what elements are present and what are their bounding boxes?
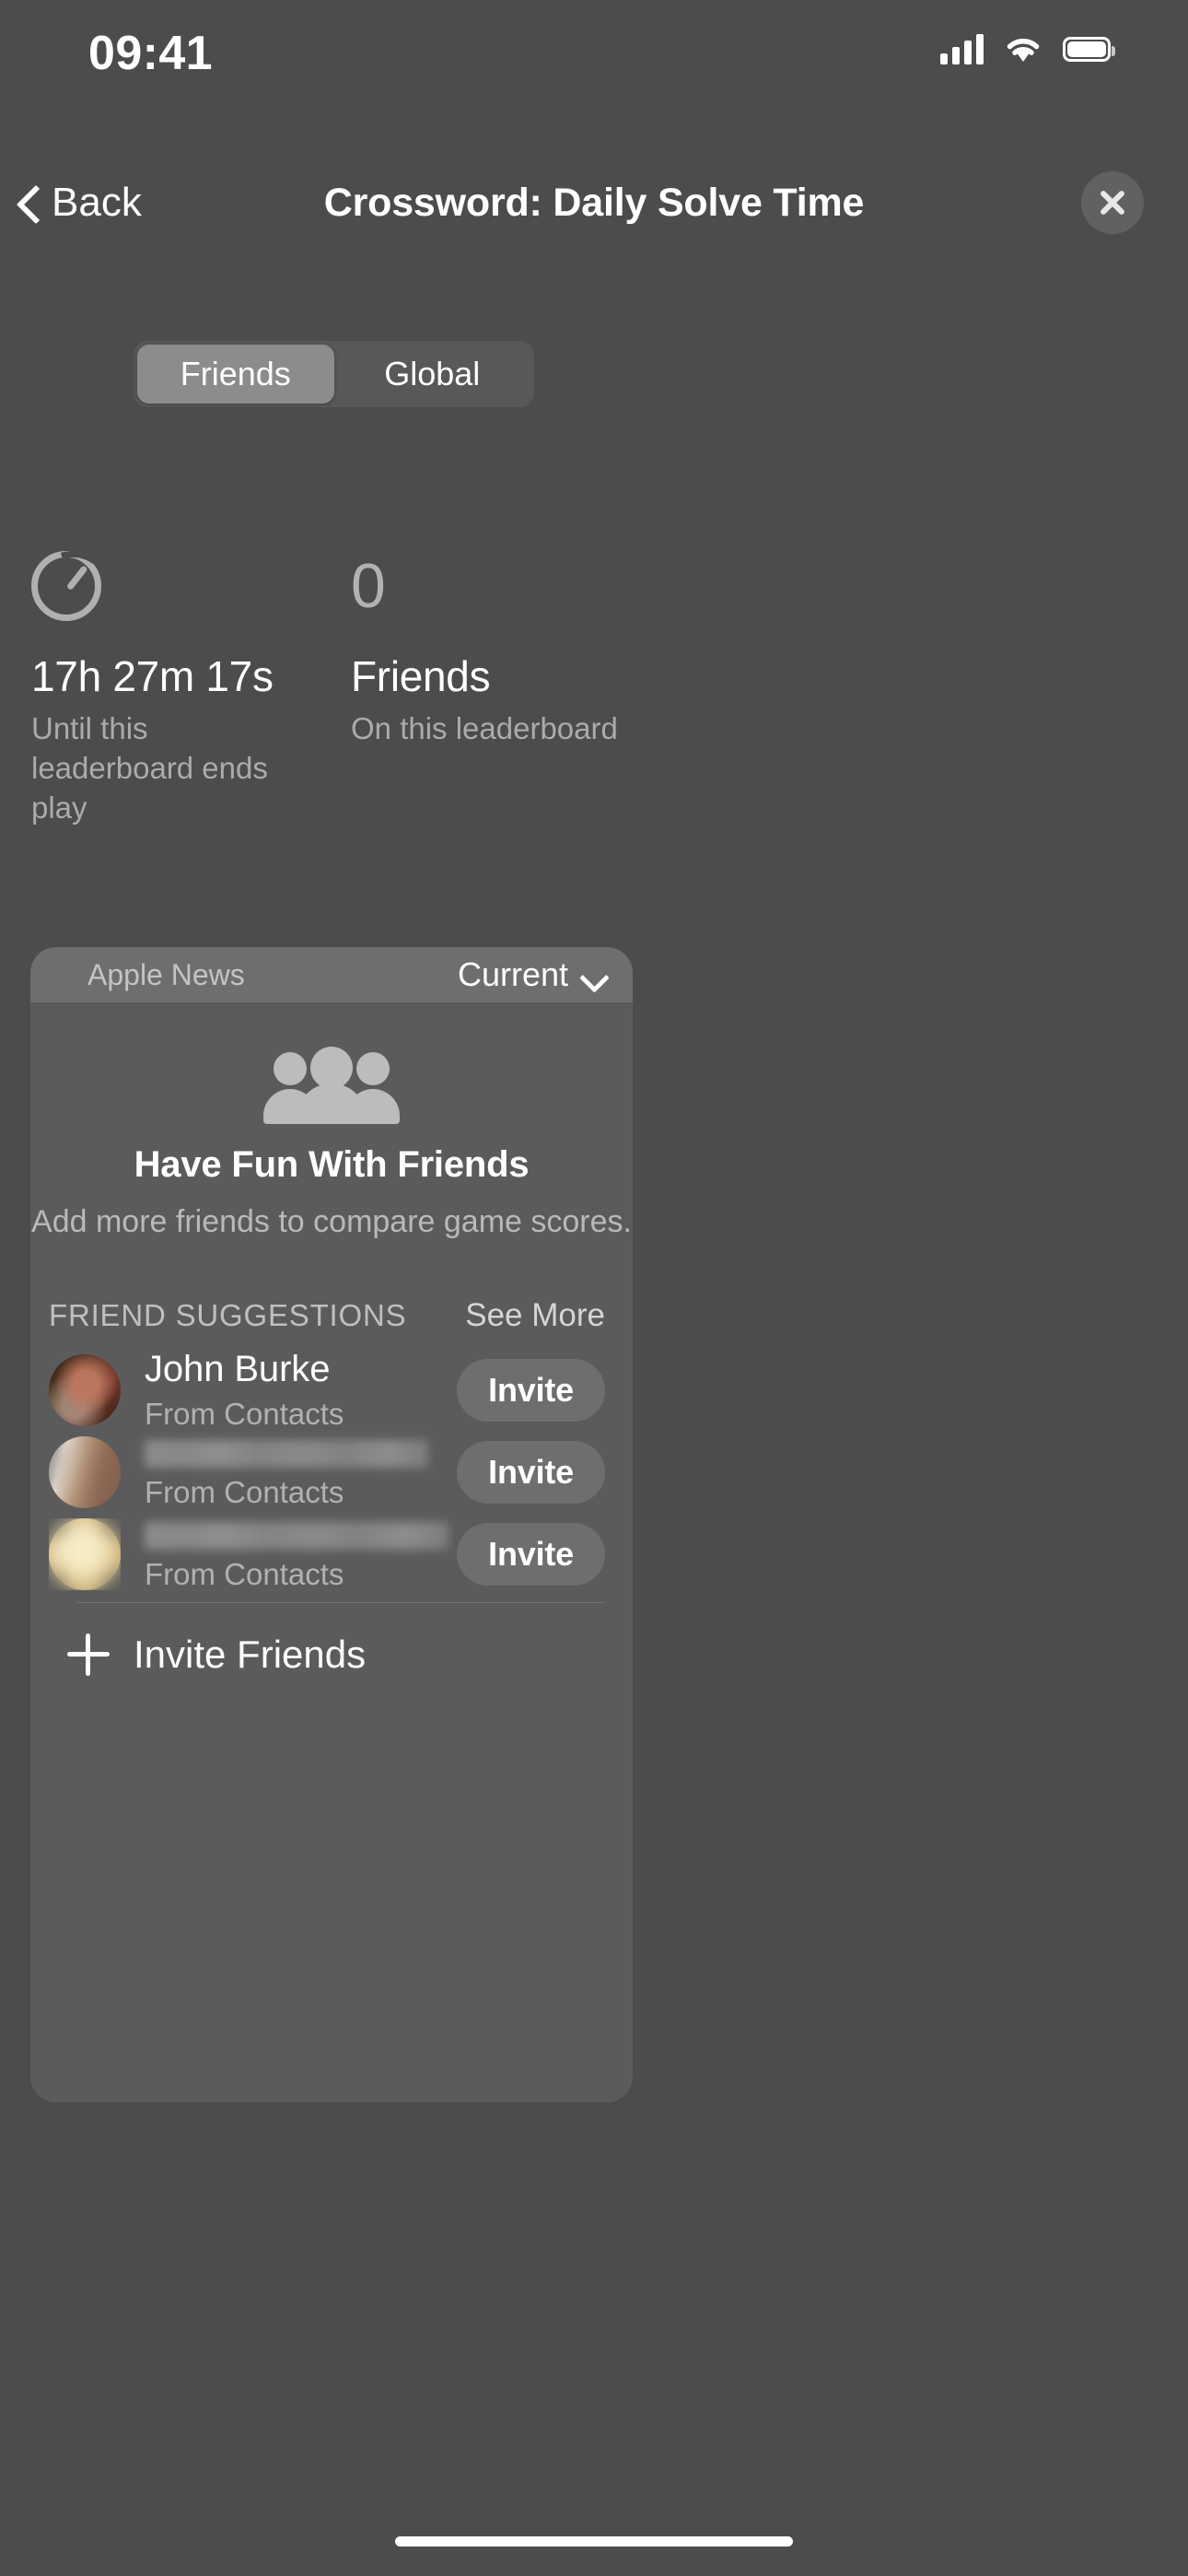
list-item[interactable]: John Burke From Contacts Invite (30, 1349, 633, 1431)
friend-suggestions-title: FRIEND SUGGESTIONS (49, 1298, 407, 1332)
friend-name: John Burke (145, 1348, 331, 1389)
page-title: Crossword: Daily Solve Time (323, 180, 865, 225)
scope-segmented-control[interactable]: Friends Global (134, 341, 534, 407)
period-filter-button[interactable]: Current (458, 955, 605, 994)
chevron-down-icon (581, 967, 605, 982)
timer-icon (31, 551, 101, 621)
list-item-text: From Contacts (145, 1434, 457, 1510)
avatar (49, 1435, 121, 1508)
stat-time-value: 17h 27m 17s (31, 652, 274, 700)
avatar (49, 1353, 121, 1426)
invite-friends-label: Invite Friends (134, 1633, 367, 1676)
friend-source: From Contacts (145, 1556, 344, 1591)
stat-time-caption: Until this leaderboard ends play (31, 711, 268, 825)
close-button[interactable] (1081, 171, 1144, 234)
stat-time-remaining: 17h 27m 17s Until this leaderboard ends … (31, 542, 344, 828)
battery-icon (1063, 36, 1115, 62)
stat-icon-wrap (31, 542, 344, 630)
friend-name (145, 1439, 428, 1468)
friend-name (145, 1521, 448, 1550)
wifi-icon (1004, 34, 1042, 64)
leaderboard-panel: Have Fun With Friends Add more friends t… (30, 1002, 633, 2102)
friend-source: From Contacts (145, 1396, 344, 1431)
home-indicator[interactable] (395, 2536, 793, 2547)
friend-source: From Contacts (145, 1474, 344, 1509)
stats-row: 17h 27m 17s Until this leaderboard ends … (0, 542, 1188, 846)
status-bar-icons (940, 28, 1115, 70)
invite-friends-button[interactable]: Invite Friends (30, 1603, 633, 1706)
navigation-bar: Back Crossword: Daily Solve Time (0, 158, 1188, 247)
see-more-button[interactable]: See More (465, 1297, 605, 1334)
card-header: Apple News Current (30, 947, 633, 1002)
stat-friends-caption: On this leaderboard (351, 711, 618, 746)
list-item[interactable]: From Contacts Invite (30, 1513, 633, 1595)
leaderboard-screen: 09:41 Back Crossword: Daily Solve Time F… (0, 0, 1188, 2576)
people-group-icon (262, 1047, 401, 1124)
friend-suggestions-header: FRIEND SUGGESTIONS See More (30, 1297, 633, 1334)
list-item-text: From Contacts (145, 1516, 457, 1592)
friends-count-number: 0 (351, 551, 386, 621)
friend-suggestions-list: John Burke From Contacts Invite From Con… (30, 1349, 633, 1706)
stat-friends-label: Friends (351, 652, 491, 700)
plus-icon (67, 1633, 110, 1676)
empty-state-hero: Have Fun With Friends Add more friends t… (30, 1002, 633, 1240)
avatar (49, 1517, 121, 1590)
invite-button[interactable]: Invite (457, 1522, 605, 1586)
period-filter-label: Current (457, 955, 568, 993)
status-bar: 09:41 (0, 0, 1188, 138)
hero-title: Have Fun With Friends (134, 1144, 530, 1185)
stat-count-wrap: 0 (351, 542, 738, 630)
close-icon (1097, 187, 1128, 218)
invite-button[interactable]: Invite (457, 1440, 605, 1504)
list-item-text: John Burke From Contacts (145, 1349, 457, 1432)
invite-button[interactable]: Invite (457, 1358, 605, 1422)
stat-friends-count: 0 Friends On this leaderboard (351, 542, 738, 749)
card-source-label: Apple News (87, 957, 245, 991)
tab-friends[interactable]: Friends (137, 345, 334, 404)
list-item[interactable]: From Contacts Invite (30, 1431, 633, 1513)
signal-bars-icon (940, 33, 984, 64)
tab-global[interactable]: Global (334, 345, 531, 404)
status-bar-time: 09:41 (88, 27, 213, 80)
hero-subtitle: Add more friends to compare game scores. (31, 1204, 632, 1239)
